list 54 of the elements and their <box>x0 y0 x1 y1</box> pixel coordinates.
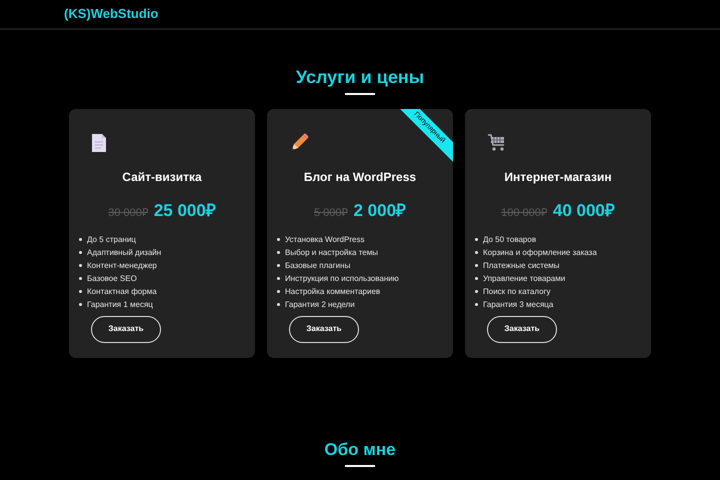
old-price: 100 000₽ <box>501 206 547 221</box>
document-icon <box>91 133 107 153</box>
section-title: Услуги и цены <box>296 66 424 88</box>
feature-text: До 5 страниц <box>87 234 136 244</box>
site-logo[interactable]: (KS)WebStudio <box>64 4 158 24</box>
feature-text: Базовое SEO <box>87 272 137 284</box>
feature-text: Инструкция по использованию <box>285 272 399 284</box>
price: 2 000₽ <box>353 200 406 222</box>
feature-text: Контактная форма <box>87 286 157 296</box>
feature-text: Гарантия 1 месяц <box>87 298 153 310</box>
bullet-icon <box>475 238 478 240</box>
feature-text: Контент-менеджер <box>87 260 157 270</box>
order-button[interactable]: Заказать <box>91 316 161 342</box>
old-price: 30 000₽ <box>108 206 148 221</box>
bullet-icon <box>79 238 82 240</box>
bullet-icon <box>475 302 478 306</box>
feature-text: Гарантия 3 месяца <box>483 298 554 310</box>
bullet-icon <box>475 290 478 292</box>
bullet-icon <box>475 276 478 280</box>
feature-text: Поиск по каталогу <box>483 286 550 296</box>
bullet-icon <box>277 250 280 254</box>
bullet-icon <box>79 302 82 306</box>
section-title: Обо мне <box>324 440 396 460</box>
bullet-icon <box>79 264 82 266</box>
bullet-icon <box>79 290 82 292</box>
bullet-icon <box>79 276 82 280</box>
feature-text: Выбор и настройка темы <box>285 246 378 258</box>
bullet-icon <box>277 302 280 306</box>
old-price: 5 000₽ <box>314 206 348 221</box>
bullet-icon <box>79 250 82 254</box>
feature-text: Гарантия 2 недели <box>285 298 355 310</box>
order-button[interactable]: Заказать <box>487 316 557 342</box>
feature-text: Адаптивный дизайн <box>87 246 162 258</box>
cart-icon <box>487 134 507 152</box>
bullet-icon <box>277 264 280 266</box>
price: 25 000₽ <box>154 200 216 222</box>
bullet-icon <box>277 238 280 240</box>
feature-text: Настройка комментариев <box>285 286 380 296</box>
feature-text: Корзина и оформление заказа <box>483 246 597 258</box>
card-title: Сайт-визитка <box>121 169 203 186</box>
pencil-icon <box>289 133 309 153</box>
feature-text: Управление товарами <box>483 272 566 284</box>
feature-text: Платежные системы <box>483 260 560 270</box>
feature-text: До 50 товаров <box>483 234 536 244</box>
feature-text: Базовые плагины <box>285 260 350 270</box>
bullet-icon <box>475 264 478 266</box>
card-title: Интернет-магазин <box>503 169 613 186</box>
bullet-icon <box>475 250 478 254</box>
feature-text: Установка WordPress <box>285 234 364 244</box>
price: 40 000₽ <box>552 200 615 222</box>
order-button[interactable]: Заказать <box>289 316 359 342</box>
bullet-icon <box>277 290 280 292</box>
bullet-icon <box>277 276 280 280</box>
card-title: Блог на WordPress <box>302 169 418 186</box>
